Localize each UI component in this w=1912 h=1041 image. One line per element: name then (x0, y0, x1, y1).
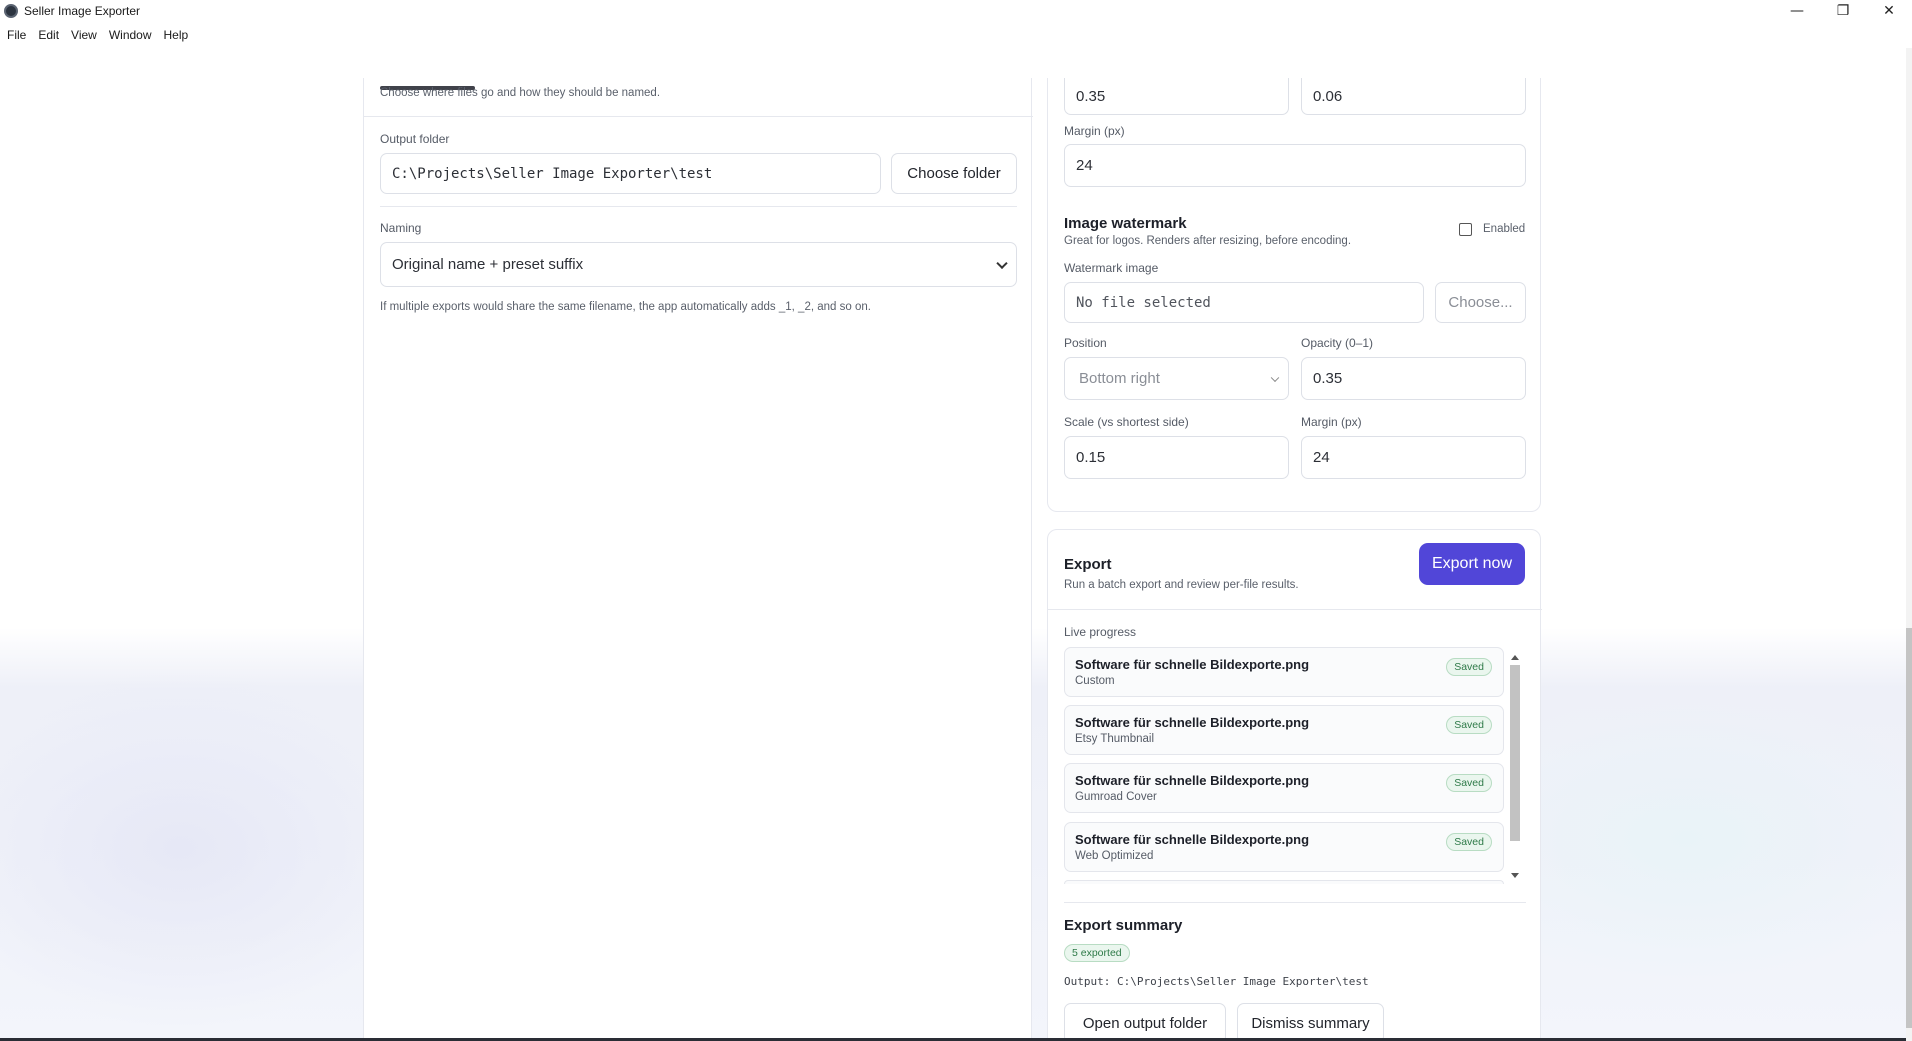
naming-select-value: Original name + preset suffix (392, 256, 584, 273)
choose-folder-button[interactable]: Choose folder (891, 153, 1017, 194)
progress-item: Software für schnelle Bildexporte.png Cu… (1064, 647, 1504, 697)
export-summary-title: Export summary (1064, 917, 1183, 934)
image-watermark-enabled-checkbox[interactable] (1459, 223, 1472, 236)
progress-preset: Web Optimized (1075, 850, 1154, 862)
export-now-button[interactable]: Export now (1419, 543, 1525, 585)
scroll-up-icon[interactable] (1511, 655, 1519, 660)
menu-window[interactable]: Window (109, 28, 152, 42)
export-output-path: Output: C:\Projects\Seller Image Exporte… (1064, 975, 1369, 988)
image-margin-input[interactable]: 24 (1301, 436, 1526, 479)
position-select-value: Bottom right (1079, 370, 1160, 387)
page-scroll-thumb[interactable] (1906, 628, 1912, 1028)
chevron-down-icon (1270, 373, 1280, 382)
opacity-label: Opacity (0–1) (1301, 336, 1374, 350)
export-card: Export Run a batch export and review per… (1047, 529, 1542, 1041)
naming-label: Naming (380, 221, 422, 235)
scroll-down-icon[interactable] (1511, 873, 1519, 878)
progress-file-name: Software für schnelle Bildexporte.png (1075, 773, 1310, 788)
choose-watermark-button[interactable]: Choose... (1435, 282, 1526, 323)
menu-view[interactable]: View (71, 28, 97, 42)
progress-preset: Etsy Thumbnail (1075, 733, 1155, 745)
position-select[interactable]: Bottom right (1064, 357, 1289, 400)
export-subtitle: Run a batch export and review per-file r… (1064, 579, 1299, 591)
naming-hint: If multiple exports would share the same… (380, 301, 871, 313)
status-badge: Saved (1446, 833, 1492, 851)
progress-list-scrollbar[interactable] (1509, 651, 1521, 882)
export-title: Export (1064, 556, 1112, 573)
output-card: Choose where files go and how they shoul… (363, 78, 1033, 1041)
scale-label: Scale (vs shortest side) (1064, 415, 1189, 429)
scale-input[interactable]: 0.15 (1064, 436, 1289, 479)
naming-select[interactable]: Original name + preset suffix (380, 242, 1017, 287)
output-folder-input[interactable]: C:\Projects\Seller Image Exporter\test (380, 153, 881, 194)
menu-edit[interactable]: Edit (38, 28, 59, 42)
progress-item: Software für schnelle Bildexporte.png We… (1064, 822, 1504, 872)
menu-file[interactable]: File (7, 28, 26, 42)
app-logo-icon (4, 4, 18, 18)
progress-item: Software für schnelle Bildexporte.png Gu… (1064, 763, 1504, 813)
progress-preset: Gumroad Cover (1075, 791, 1157, 803)
image-margin-label: Margin (px) (1301, 415, 1362, 429)
exported-count-badge: 5 exported (1064, 944, 1130, 962)
output-folder-label: Output folder (380, 132, 450, 146)
scroll-thumb[interactable] (1510, 665, 1520, 841)
status-badge: Saved (1446, 658, 1492, 676)
watermark-image-input[interactable]: No file selected (1064, 282, 1424, 323)
chevron-down-icon (996, 257, 1008, 269)
window-title: Seller Image Exporter (24, 4, 141, 18)
progress-file-name: Software für schnelle Bildexporte.png (1075, 832, 1310, 847)
minimize-icon[interactable]: — (1774, 0, 1820, 22)
watermark-image-label: Watermark image (1064, 261, 1159, 275)
text-watermark-margin-label: Margin (px) (1064, 124, 1125, 138)
watermark-card: 0.35 0.06 Margin (px) 24 Image watermark… (1047, 78, 1541, 512)
open-output-folder-button[interactable]: Open output folder (1064, 1003, 1226, 1041)
text-watermark-opacity-input[interactable]: 0.35 (1064, 78, 1289, 115)
text-watermark-scale-input[interactable]: 0.06 (1301, 78, 1526, 115)
status-badge: Saved (1446, 716, 1492, 734)
live-progress-label: Live progress (1064, 625, 1137, 639)
text-watermark-margin-input[interactable]: 24 (1064, 144, 1526, 187)
progress-file-name: Software für schnelle Bildexporte.png (1075, 657, 1310, 672)
image-watermark-subtitle: Great for logos. Renders after resizing,… (1064, 235, 1352, 247)
image-watermark-title: Image watermark (1064, 215, 1187, 232)
menu-help[interactable]: Help (164, 28, 189, 42)
app-background: Choose where files go and how they shoul… (0, 48, 1906, 1041)
image-watermark-enabled-label: Enabled (1483, 223, 1526, 235)
dismiss-summary-button[interactable]: Dismiss summary (1237, 1003, 1384, 1041)
progress-preset: Custom (1075, 675, 1115, 687)
title-bar: Seller Image Exporter — ❐ ✕ (0, 0, 1912, 22)
progress-item: Software für schnelle Bildexporte.png Et… (1064, 705, 1504, 755)
maximize-icon[interactable]: ❐ (1820, 0, 1866, 22)
opacity-input[interactable]: 0.35 (1301, 357, 1526, 400)
progress-item-clipped (1064, 880, 1504, 884)
window-controls: — ❐ ✕ (1774, 0, 1912, 22)
progress-file-name: Software für schnelle Bildexporte.png (1075, 715, 1310, 730)
close-icon[interactable]: ✕ (1866, 0, 1912, 22)
menu-bar: File Edit View Window Help (0, 22, 1912, 48)
status-badge: Saved (1446, 774, 1492, 792)
position-label: Position (1064, 336, 1107, 350)
output-subtitle: Choose where files go and how they shoul… (380, 87, 661, 99)
